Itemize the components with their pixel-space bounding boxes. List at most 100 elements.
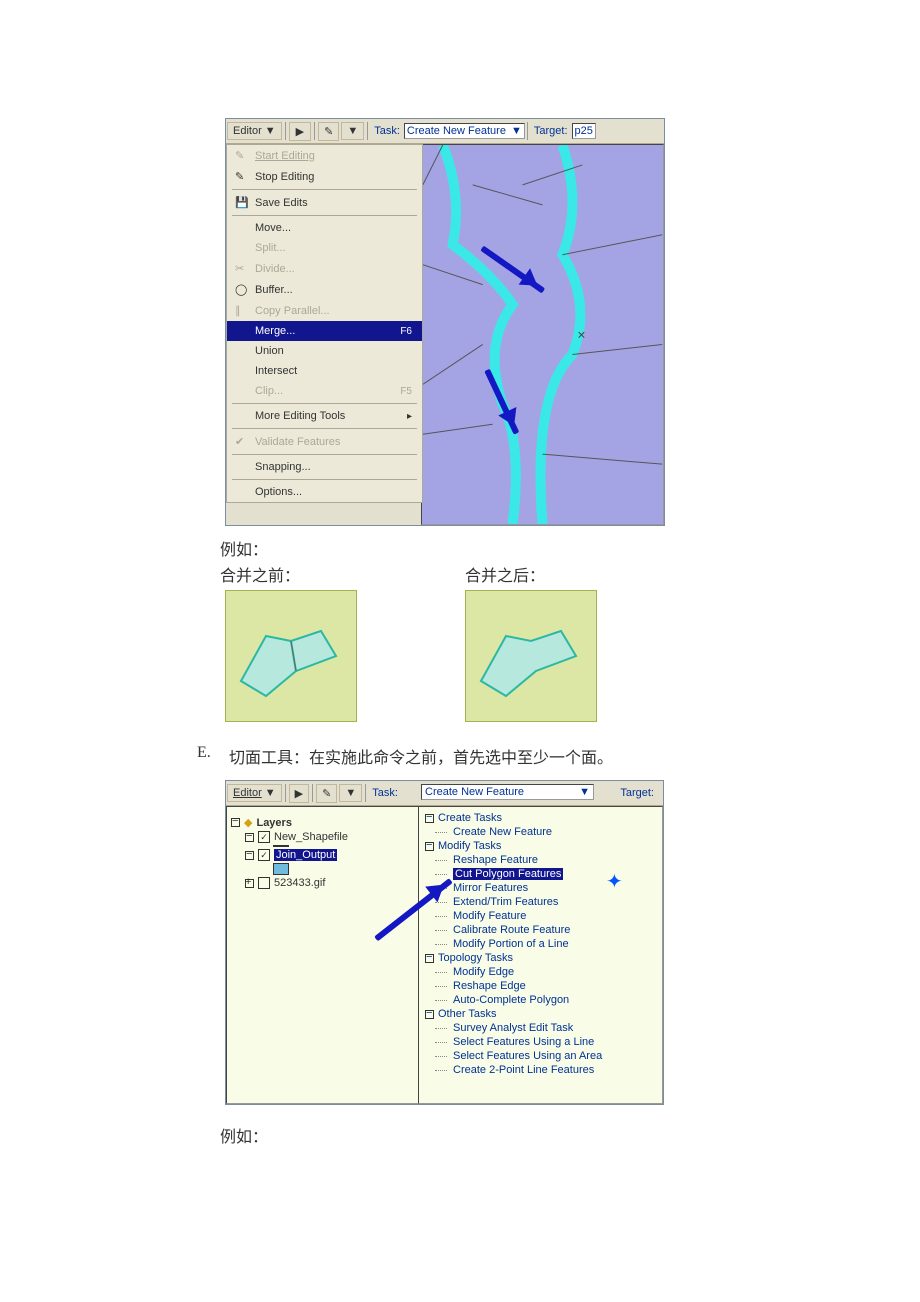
menu-buffer[interactable]: ◯Buffer...	[227, 279, 422, 300]
menu-separator	[232, 454, 417, 455]
separator	[312, 784, 313, 802]
toc-layer-join-output[interactable]: ✓Join_Output	[231, 848, 421, 862]
divide-icon: ✂	[235, 262, 249, 275]
sketch-dropdown-button[interactable]: ▼	[341, 122, 364, 140]
sketch-tool-button[interactable]: ✎	[316, 784, 337, 803]
task-label: Task:	[370, 125, 404, 137]
task-create-new-feature[interactable]: Create New Feature	[425, 825, 656, 839]
target-label: Target:	[616, 787, 658, 799]
task-survey[interactable]: Survey Analyst Edit Task	[425, 1021, 656, 1035]
editor-toolbar: Editor ▼ ▶ ✎ ▼ Task: Create New Feature …	[226, 119, 664, 144]
menu-stop-editing[interactable]: ✎Stop Editing	[227, 166, 422, 187]
menu-options[interactable]: Options...	[227, 482, 422, 502]
menu-move[interactable]: Move...	[227, 218, 422, 238]
dropdown-icon: ▼	[511, 125, 522, 137]
task-extend-trim[interactable]: Extend/Trim Features	[425, 895, 656, 909]
menu-divide: ✂Divide...	[227, 258, 422, 279]
polygon-before-image	[225, 590, 357, 722]
menu-split: Split...	[227, 238, 422, 258]
task-label: Task:	[368, 787, 402, 799]
map-canvas[interactable]: ×	[421, 144, 664, 525]
editor-button-label: Editor	[233, 125, 262, 137]
separator	[285, 122, 286, 140]
task-modify-portion[interactable]: Modify Portion of a Line	[425, 937, 656, 951]
separator	[285, 784, 286, 802]
separator	[365, 784, 366, 802]
task-calibrate[interactable]: Calibrate Route Feature	[425, 923, 656, 937]
caption-example: 例如：	[220, 536, 920, 560]
menu-start-editing: ✎Start Editing	[227, 145, 422, 166]
menu-copy-parallel: ∥Copy Parallel...	[227, 300, 422, 321]
pencil-icon: ✎	[235, 149, 249, 162]
dropdown-icon: ▼	[579, 786, 590, 798]
table-of-contents: ◆Layers ✓New_Shapefile ✓Join_Output 5234…	[226, 806, 426, 1104]
pointer-tool-button[interactable]: ▶	[289, 784, 309, 803]
menu-union[interactable]: Union	[227, 341, 422, 361]
task-modify-edge[interactable]: Modify Edge	[425, 965, 656, 979]
menu-separator	[232, 403, 417, 404]
menu-separator	[232, 189, 417, 190]
menu-snapping[interactable]: Snapping...	[227, 457, 422, 477]
figure-editor-cut-polygon: Editor ▼ ▶ ✎ ▼ Task: Target: Create New …	[225, 780, 664, 1105]
caption-after-merge: 合并之后：	[465, 562, 597, 586]
editor-button[interactable]: Editor ▼	[227, 122, 282, 140]
menu-separator	[232, 479, 417, 480]
toc-layer-gif[interactable]: 523433.gif	[231, 876, 421, 890]
target-label: Target:	[530, 125, 572, 137]
task-auto-complete[interactable]: Auto-Complete Polygon	[425, 993, 656, 1007]
checkbox-icon[interactable]: ✓	[258, 849, 270, 861]
section-text: 切面工具：在实施此命令之前，首先选中至少一个面。	[229, 744, 613, 768]
sketch-dropdown-button[interactable]: ▼	[339, 784, 362, 802]
menu-merge[interactable]: Merge...F6	[227, 321, 422, 341]
map-svg: ×	[422, 145, 663, 524]
menu-clip: Clip...F5	[227, 381, 422, 401]
task-group-modify[interactable]: Modify Tasks	[425, 839, 656, 853]
menu-separator	[232, 428, 417, 429]
task-create-2point[interactable]: Create 2-Point Line Features	[425, 1063, 656, 1077]
separator	[367, 122, 368, 140]
task-select-line[interactable]: Select Features Using a Line	[425, 1035, 656, 1049]
caption-example: 例如：	[220, 1123, 920, 1147]
task-dropdown[interactable]: Create New Feature ▼	[404, 123, 525, 139]
task-value: Create New Feature	[425, 786, 524, 798]
section-label: E.	[197, 744, 229, 768]
submenu-arrow-icon: ▸	[407, 411, 412, 422]
checkbox-icon[interactable]: ✓	[258, 831, 270, 843]
polygon-after-image	[465, 590, 597, 722]
task-select-area[interactable]: Select Features Using an Area	[425, 1049, 656, 1063]
task-modify-feature[interactable]: Modify Feature	[425, 909, 656, 923]
task-reshape-feature[interactable]: Reshape Feature	[425, 853, 656, 867]
toc-layer-new-shapefile[interactable]: ✓New_Shapefile	[231, 830, 421, 844]
annotation-star-icon: ✦	[606, 869, 623, 894]
task-value: Create New Feature	[407, 125, 506, 137]
sketch-tool-button[interactable]: ✎	[318, 122, 339, 141]
toc-symbol	[231, 862, 421, 876]
dropdown-icon: ▼	[265, 125, 276, 137]
pointer-tool-button[interactable]: ▶	[289, 122, 311, 141]
check-icon: ✔	[235, 435, 249, 448]
separator	[314, 122, 315, 140]
buffer-icon: ◯	[235, 283, 249, 296]
shortcut-label: F6	[400, 326, 412, 337]
editor-dropdown-menu: ✎Start Editing ✎Stop Editing 💾Save Edits…	[226, 144, 423, 503]
toc-layers-root[interactable]: ◆Layers	[231, 815, 421, 830]
separator	[527, 122, 528, 140]
task-dropdown[interactable]: Create New Feature ▼	[421, 784, 594, 800]
save-icon: 💾	[235, 196, 249, 209]
menu-more-tools[interactable]: More Editing Tools▸	[227, 406, 422, 426]
menu-save-edits[interactable]: 💾Save Edits	[227, 192, 422, 213]
target-value[interactable]: p25	[572, 123, 596, 139]
shortcut-label: F5	[400, 386, 412, 397]
menu-separator	[232, 215, 417, 216]
task-group-topology[interactable]: Topology Tasks	[425, 951, 656, 965]
figure-editor-merge: Editor ▼ ▶ ✎ ▼ Task: Create New Feature …	[225, 118, 665, 526]
editor-button-label: Editor	[233, 787, 262, 799]
layers-icon: ◆	[244, 816, 252, 829]
checkbox-icon[interactable]	[258, 877, 270, 889]
parallel-icon: ∥	[235, 304, 249, 317]
menu-intersect[interactable]: Intersect	[227, 361, 422, 381]
task-group-other[interactable]: Other Tasks	[425, 1007, 656, 1021]
task-group-create[interactable]: Create Tasks	[425, 811, 656, 825]
task-reshape-edge[interactable]: Reshape Edge	[425, 979, 656, 993]
editor-button[interactable]: Editor ▼	[227, 784, 282, 802]
